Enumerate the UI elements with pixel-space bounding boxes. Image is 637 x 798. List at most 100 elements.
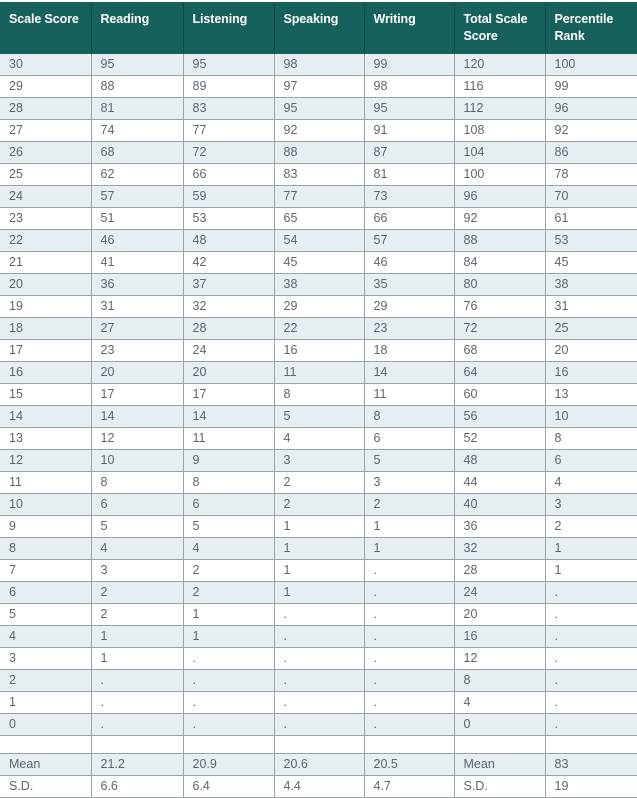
table-cell: 28 xyxy=(183,317,275,340)
table-cell: 18 xyxy=(364,339,455,362)
table-row: 16 20 20 11 14 64 16 xyxy=(0,361,637,384)
table-row: 29 88 89 97 98 116 99 xyxy=(0,75,637,98)
table-row: 19 31 32 29 29 76 31 xyxy=(0,295,637,318)
column-header-listening: Listening xyxy=(183,1,275,54)
table-cell: 48 xyxy=(183,229,275,252)
table-cell: 42 xyxy=(183,251,275,274)
table-cell: 80 xyxy=(454,273,546,296)
missing-value-dot: . xyxy=(100,694,104,709)
table-cell: 1 xyxy=(545,559,637,582)
table-cell: 1 xyxy=(91,625,184,648)
table-cell: 88 xyxy=(454,229,546,252)
table-cell: 91 xyxy=(364,119,455,142)
missing-value-dot: . xyxy=(192,650,196,665)
table-cell: 20 xyxy=(545,339,637,362)
table-cell: 88 xyxy=(274,141,365,164)
table-cell: . xyxy=(183,691,275,714)
table-cell: 17 xyxy=(91,383,184,406)
table-cell: 11 xyxy=(274,361,365,384)
missing-value-dot: . xyxy=(373,650,377,665)
table-row: 11 8 8 2 3 44 4 xyxy=(0,471,637,494)
missing-value-dot: . xyxy=(192,672,196,687)
table-cell: 89 xyxy=(183,75,275,98)
table-cell: 86 xyxy=(545,141,637,164)
table-cell: 24 xyxy=(454,581,546,604)
table-cell: 1 xyxy=(274,537,365,560)
table-cell: 95 xyxy=(364,97,455,120)
table-cell: Mean xyxy=(454,753,546,776)
table-cell: 20 xyxy=(183,361,275,384)
table-cell: 4 xyxy=(454,691,546,714)
table-cell: . xyxy=(274,713,365,736)
table-cell xyxy=(91,735,184,754)
missing-value-dot: . xyxy=(283,628,287,643)
table-cell: 104 xyxy=(454,141,546,164)
table-cell: 120 xyxy=(454,53,546,76)
table-row: 1.... 4. xyxy=(0,691,637,714)
missing-value-dot: . xyxy=(283,694,287,709)
table-cell: . xyxy=(545,691,637,714)
table-cell: 7 xyxy=(0,559,92,582)
table-cell: 6.6 xyxy=(91,775,184,798)
table-cell: 5 xyxy=(91,515,184,538)
table-cell: 19 xyxy=(0,295,92,318)
table-cell: 83 xyxy=(183,97,275,120)
table-cell: . xyxy=(91,713,184,736)
table-cell: 4 xyxy=(91,537,184,560)
score-conversion-table: Scale Score Reading Listening Speaking W… xyxy=(0,0,637,798)
table-cell: 70 xyxy=(545,185,637,208)
table-cell: 41 xyxy=(91,251,184,274)
table-cell: . xyxy=(274,603,365,626)
table-cell: 59 xyxy=(183,185,275,208)
table-cell: 61 xyxy=(545,207,637,230)
table-cell: 96 xyxy=(545,97,637,120)
table-row: 8 4 4 1 1 32 1 xyxy=(0,537,637,560)
table-cell: . xyxy=(364,691,455,714)
table-cell: 60 xyxy=(454,383,546,406)
table-cell xyxy=(274,735,365,754)
table-cell: 72 xyxy=(183,141,275,164)
table-cell: 24 xyxy=(183,339,275,362)
table-cell: . xyxy=(274,647,365,670)
table-cell: 64 xyxy=(454,361,546,384)
table-cell: 53 xyxy=(183,207,275,230)
table-cell: 8 xyxy=(274,383,365,406)
table-cell: 95 xyxy=(91,53,184,76)
missing-value-dot: . xyxy=(554,672,558,687)
table-cell: 5 xyxy=(183,515,275,538)
table-cell: 4 xyxy=(183,537,275,560)
table-cell: . xyxy=(274,669,365,692)
table-cell: 38 xyxy=(545,273,637,296)
table-row: 0.... 0. xyxy=(0,713,637,736)
table-row: 7 3 2 1. 28 1 xyxy=(0,559,637,582)
table-cell: 25 xyxy=(0,163,92,186)
table-cell: 1 xyxy=(274,559,365,582)
table-cell: 27 xyxy=(91,317,184,340)
table-cell: 24 xyxy=(0,185,92,208)
table-cell: 4.4 xyxy=(274,775,365,798)
missing-value-dot: . xyxy=(100,716,104,731)
table-cell: 23 xyxy=(91,339,184,362)
table-cell: 20 xyxy=(91,361,184,384)
table-cell: 57 xyxy=(91,185,184,208)
table-cell: 8 xyxy=(545,427,637,450)
table-cell: 48 xyxy=(454,449,546,472)
table-cell: 100 xyxy=(545,53,637,76)
missing-value-dot: . xyxy=(373,672,377,687)
table-cell: 81 xyxy=(364,163,455,186)
table-cell: 83 xyxy=(274,163,365,186)
table-cell: 3 xyxy=(274,449,365,472)
table-cell: 2 xyxy=(545,515,637,538)
table-cell: 35 xyxy=(364,273,455,296)
table-cell: 62 xyxy=(91,163,184,186)
table-cell: . xyxy=(545,625,637,648)
table-row: 3 1... 12. xyxy=(0,647,637,670)
table-cell xyxy=(0,735,92,754)
table-cell: 30 xyxy=(0,53,92,76)
table-cell: 10 xyxy=(545,405,637,428)
table-cell: . xyxy=(183,647,275,670)
table-cell: 12 xyxy=(0,449,92,472)
missing-value-dot: . xyxy=(192,716,196,731)
table-cell: 12 xyxy=(454,647,546,670)
missing-value-dot: . xyxy=(373,628,377,643)
